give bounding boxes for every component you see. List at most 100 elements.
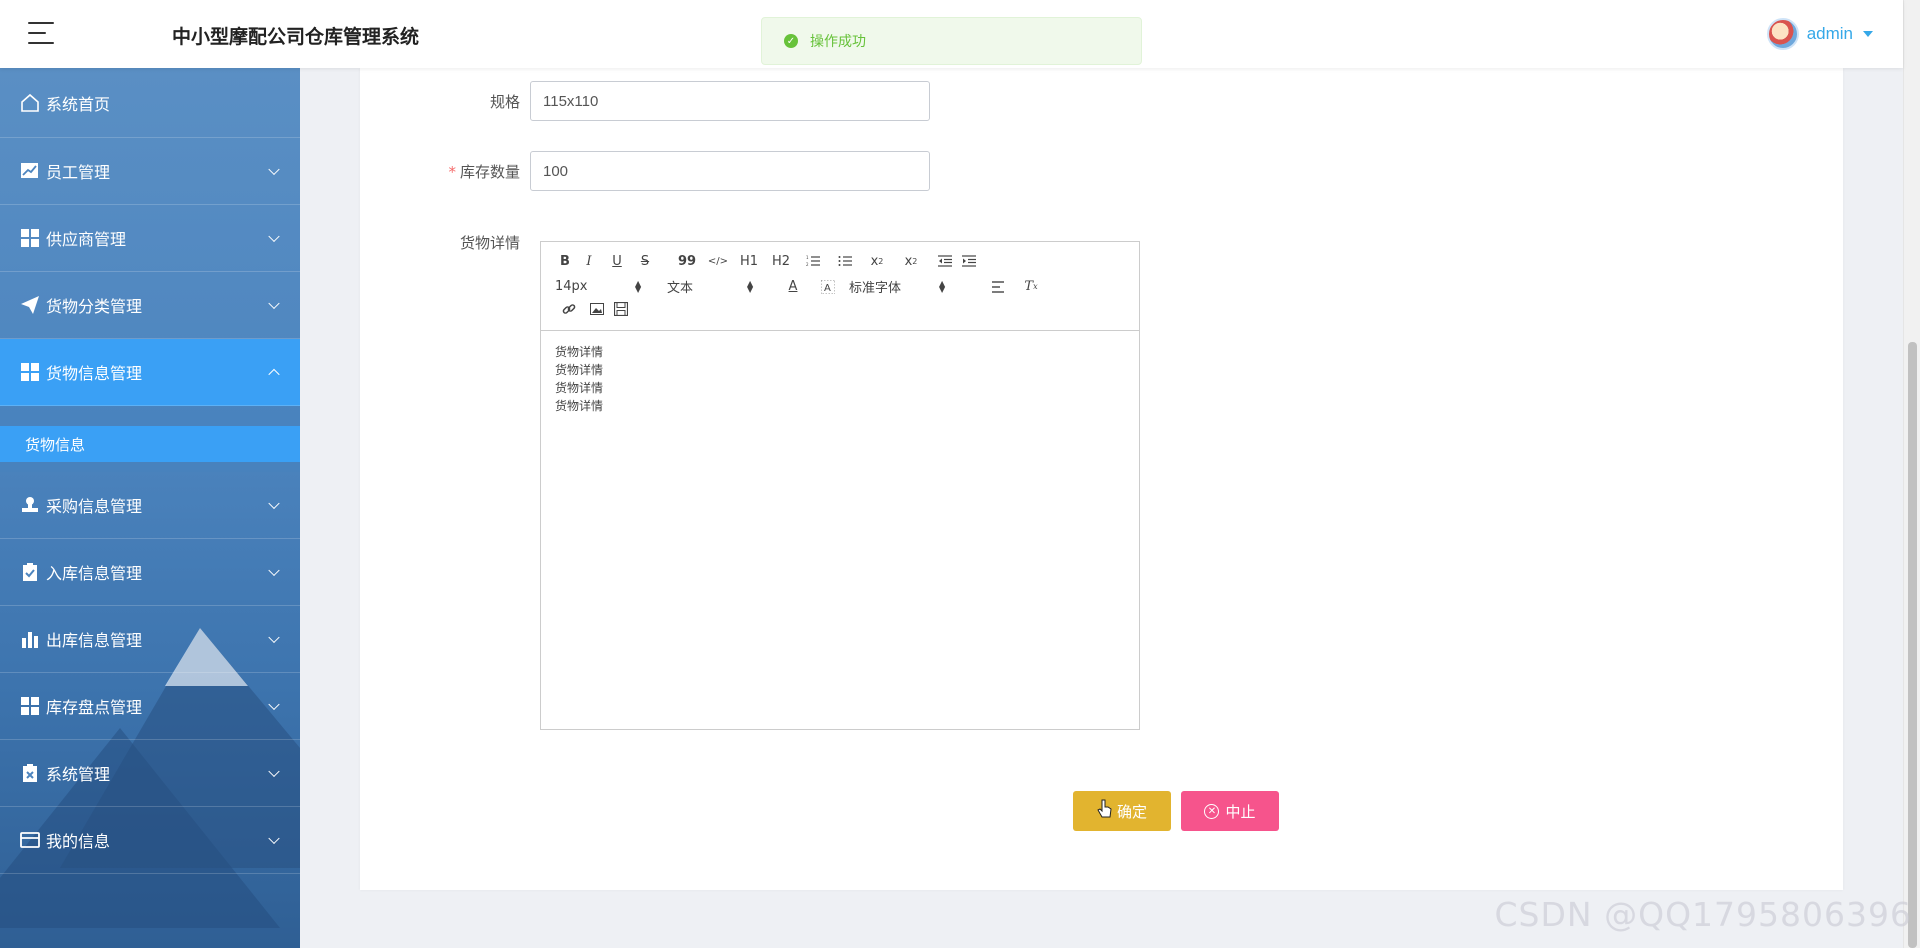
page-scrollbar[interactable]	[1903, 0, 1920, 948]
pointer-cursor-icon	[1097, 799, 1113, 823]
stamp-icon	[20, 495, 40, 515]
align-left-icon[interactable]	[977, 278, 1021, 296]
chevron-down-icon	[268, 698, 280, 711]
confirm-label: 确定	[1116, 802, 1147, 821]
font-color-icon[interactable]: A	[779, 278, 807, 296]
h2-button[interactable]: H2	[763, 252, 799, 270]
chevron-down-icon	[268, 832, 280, 845]
sidebar-item-label: 系统管理	[46, 765, 111, 784]
wallet-icon	[20, 830, 40, 850]
detail-label: 货物详情	[459, 234, 520, 252]
sidebar-item-label: 采购信息管理	[46, 497, 143, 516]
chevron-down-icon	[268, 765, 280, 778]
sidebar-item-purchase[interactable]: 采购信息管理	[0, 472, 300, 539]
sidebar-item-label: 入库信息管理	[46, 564, 143, 583]
chevron-down-icon	[268, 631, 280, 644]
toast-message: 操作成功	[810, 34, 866, 50]
cancel-label: 中止	[1225, 802, 1256, 821]
sidebar-item-label: 系统首页	[46, 94, 111, 114]
blockquote-button[interactable]: 99	[659, 252, 701, 270]
chevron-down-icon	[268, 564, 280, 577]
sidebar-item-employee[interactable]: 员工管理	[0, 138, 300, 205]
strike-button[interactable]: S	[631, 252, 659, 270]
sidebar-item-home[interactable]: 系统首页	[0, 68, 300, 138]
sidebar-item-label: 出库信息管理	[46, 631, 143, 650]
app-title: 中小型摩配公司仓库管理系统	[172, 26, 420, 48]
stock-label-text: 库存数量	[459, 162, 520, 181]
success-toast: ✓ 操作成功	[761, 17, 1142, 65]
cancel-button[interactable]: ✕ 中止	[1181, 791, 1279, 831]
bold-button[interactable]: B	[555, 252, 575, 270]
sidebar-item-label: 我的信息	[46, 832, 111, 851]
form-card: 规格 115x110 * 库存数量 100 货物详情 B I U S 99 </>…	[360, 68, 1843, 890]
editor-content[interactable]: 货物详情 货物详情 货物详情 货物详情	[541, 331, 1139, 427]
confirm-button[interactable]: 确定	[1073, 791, 1171, 831]
svg-text:2: 2	[806, 262, 809, 267]
sidebar-item-label: 库存盘点管理	[46, 698, 143, 717]
close-circle-icon: ✕	[1204, 803, 1220, 819]
caret-down-icon	[1863, 31, 1873, 37]
grid-icon	[20, 362, 40, 382]
sidebar-item-label: 货物信息管理	[46, 364, 143, 383]
rich-text-editor: B I U S 99 </> H1 H2 12 x2 x2 14px ▲ ▼ 文…	[540, 241, 1140, 730]
sidebar-item-inventory[interactable]: 库存盘点管理	[0, 673, 300, 740]
underline-button[interactable]: U	[603, 252, 631, 270]
chevron-down-icon	[268, 163, 280, 176]
stock-row: * 库存数量 100	[360, 151, 930, 191]
sidebar-nav: 系统首页 员工管理 供应商管理 货物分类管理 货物信息管理 货物信息 采购信息管…	[0, 68, 300, 874]
content-line: 货物详情	[555, 399, 604, 413]
outdent-icon[interactable]	[931, 252, 959, 270]
sidebar-item-category[interactable]: 货物分类管理	[0, 272, 300, 339]
content-line: 货物详情	[555, 363, 604, 377]
svg-text:1: 1	[806, 255, 809, 260]
ordered-list-icon[interactable]: 12	[799, 252, 827, 270]
sidebar-subitem-goods[interactable]: 货物信息	[0, 426, 300, 462]
home-icon	[20, 93, 40, 113]
background-color-icon[interactable]: A	[807, 278, 849, 296]
h1-button[interactable]: H1	[735, 252, 763, 270]
watermark: CSDN @QQ1795806396	[1494, 895, 1912, 934]
chevron-up-icon	[268, 368, 280, 381]
sidebar-item-label: 供应商管理	[46, 230, 127, 249]
chevron-down-icon	[268, 497, 280, 510]
italic-button[interactable]: I	[575, 252, 603, 270]
sidebar-item-my-info[interactable]: 我的信息	[0, 807, 300, 874]
subscript-button[interactable]: x2	[863, 252, 891, 270]
svg-text:A: A	[824, 283, 831, 294]
send-icon	[20, 295, 40, 315]
link-icon[interactable]	[555, 300, 583, 318]
sidebar-item-label: 员工管理	[46, 163, 111, 182]
editor-toolbar: B I U S 99 </> H1 H2 12 x2 x2 14px ▲ ▼ 文…	[541, 242, 1139, 331]
sidebar-item-label: 货物分类管理	[46, 297, 143, 316]
bullet-list-icon[interactable]	[827, 252, 863, 270]
sidebar-item-inbound[interactable]: 入库信息管理	[0, 539, 300, 606]
sidebar-item-supplier[interactable]: 供应商管理	[0, 205, 300, 272]
sidebar-item-outbound[interactable]: 出库信息管理	[0, 606, 300, 673]
check-circle-icon: ✓	[784, 34, 798, 48]
stock-input[interactable]: 100	[530, 151, 930, 191]
font-size-select[interactable]: 14px ▲ ▼	[555, 279, 667, 294]
spec-input[interactable]: 115x110	[530, 81, 930, 121]
video-icon[interactable]	[611, 300, 631, 318]
sidebar-item-goods-info[interactable]: 货物信息管理	[0, 339, 300, 406]
sidebar-item-system[interactable]: 系统管理	[0, 740, 300, 807]
user-menu[interactable]: admin	[1766, 18, 1873, 50]
scroll-thumb[interactable]	[1908, 342, 1917, 948]
header-select[interactable]: 文本 ▲ ▼	[667, 277, 779, 296]
image-icon[interactable]	[583, 300, 611, 318]
sidebar: 系统首页 员工管理 供应商管理 货物分类管理 货物信息管理 货物信息 采购信息管…	[0, 68, 300, 948]
clipboard-check-icon	[20, 562, 40, 582]
chart-line-icon	[20, 161, 40, 181]
chevron-down-icon	[268, 230, 280, 243]
required-mark: *	[448, 162, 456, 181]
content-line: 货物详情	[555, 381, 604, 395]
menu-toggle-icon[interactable]	[28, 22, 54, 44]
clean-format-button[interactable]: Tx	[1021, 278, 1041, 296]
font-family-select[interactable]: 标准字体 ▲ ▼	[849, 277, 977, 296]
user-name: admin	[1806, 24, 1853, 43]
clipboard-x-icon	[20, 763, 40, 783]
grid-icon	[20, 228, 40, 248]
code-button[interactable]: </>	[701, 252, 735, 270]
superscript-button[interactable]: x2	[891, 252, 931, 270]
indent-icon[interactable]	[959, 252, 979, 270]
